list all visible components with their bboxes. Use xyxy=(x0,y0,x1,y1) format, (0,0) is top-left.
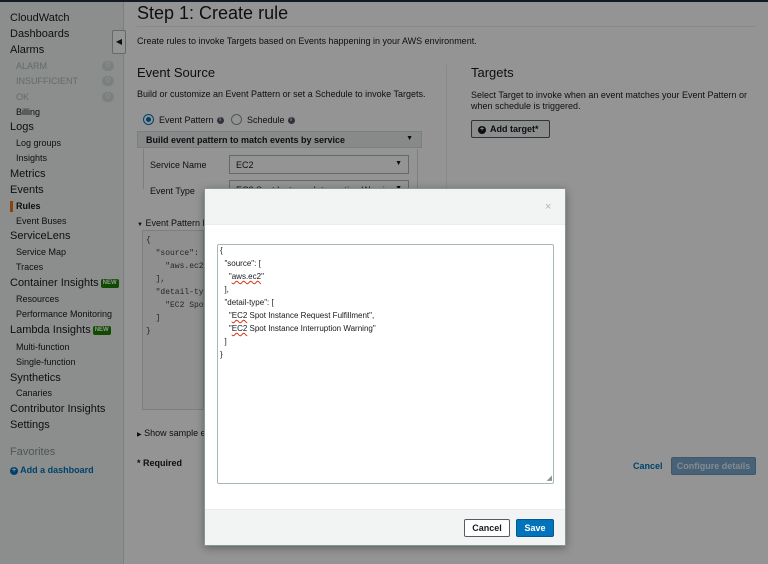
modal-footer: Cancel Save xyxy=(205,509,565,545)
modal-header: × xyxy=(205,189,565,225)
json-line: "detail-type": [ xyxy=(220,298,274,307)
modal-save-button[interactable]: Save xyxy=(516,519,554,537)
event-pattern-json-editor[interactable]: { "source": [ "aws.ec2" ], "detail-type"… xyxy=(217,244,554,484)
json-line: "EC2 Spot Instance Request Fulfillment", xyxy=(220,311,375,320)
modal-body: { "source": [ "aws.ec2" ], "detail-type"… xyxy=(205,225,565,509)
json-line: "source": [ xyxy=(220,259,261,268)
json-line: } xyxy=(220,350,223,359)
json-line: ], xyxy=(220,285,229,294)
resize-grip-icon[interactable]: ◢ xyxy=(547,474,552,482)
json-line: { xyxy=(220,246,223,255)
json-line: "aws.ec2" xyxy=(220,272,264,281)
edit-event-pattern-modal: × { "source": [ "aws.ec2" ], "detail-typ… xyxy=(204,188,566,546)
close-icon[interactable]: × xyxy=(545,201,551,213)
json-line: "EC2 Spot Instance Interruption Warning" xyxy=(220,324,376,333)
json-line: ] xyxy=(220,337,227,346)
modal-cancel-button[interactable]: Cancel xyxy=(464,519,510,537)
